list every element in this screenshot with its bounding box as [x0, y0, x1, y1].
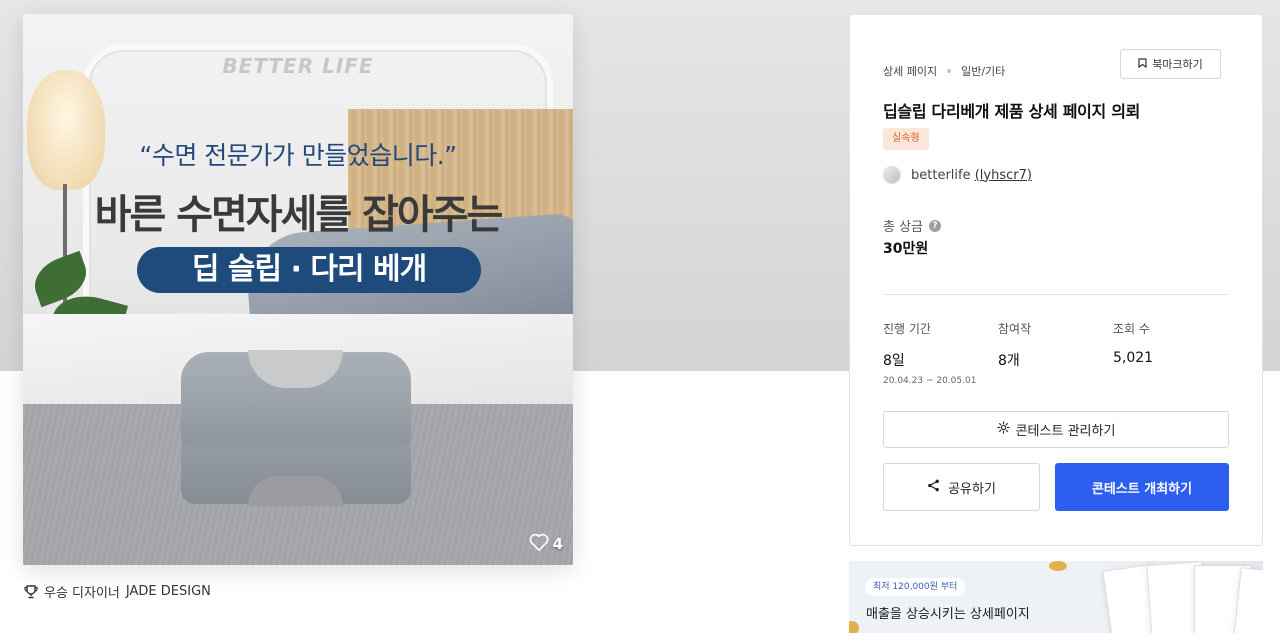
manage-contest-button[interactable]: 콘테스트 관리하기: [883, 411, 1229, 448]
stat-entries: 참여작 8개: [998, 320, 1031, 370]
client-name: betterlife: [911, 167, 971, 183]
breadcrumb: 상세 페이지 일반/기타: [883, 63, 1005, 79]
prize-value: 30만원: [883, 241, 929, 257]
winner-label: 우승 디자이너: [44, 586, 120, 601]
share-button[interactable]: 공유하기: [883, 463, 1040, 511]
avatar[interactable]: [883, 166, 901, 184]
bookmark-label: 북마크하기: [1152, 58, 1203, 71]
decorative-blob: [849, 621, 859, 633]
stat-label: 참여작: [998, 322, 1032, 336]
cushion-arch-graphic: [248, 476, 343, 506]
bookmark-button[interactable]: 북마크하기: [1120, 49, 1221, 79]
lamp-graphic: [27, 70, 105, 190]
winner-name[interactable]: JADE DESIGN: [126, 584, 211, 599]
breadcrumb-category[interactable]: 일반/기타: [961, 63, 1005, 79]
contest-title: 딥슬립 다리베개 제품 상세 페이지 의뢰: [883, 102, 1141, 121]
share-label: 공유하기: [948, 481, 996, 497]
brand-watermark: BETTER LIFE: [222, 54, 374, 78]
client-info: betterlife (lyhscr7): [883, 166, 1032, 184]
stat-date-range: 20.04.23 ~ 20.05.01: [883, 376, 977, 386]
host-contest-button[interactable]: 콘테스트 개최하기: [1055, 463, 1229, 511]
bookmark-icon: [1138, 57, 1147, 71]
client-handle-link[interactable]: (lyhscr7): [975, 168, 1032, 183]
stat-label: 조회 수: [1113, 322, 1150, 336]
gear-icon: [996, 421, 1010, 438]
manage-contest-label: 콘테스트 관리하기: [1015, 424, 1116, 439]
stat-views: 조회 수 5,021: [1113, 320, 1153, 366]
heart-icon: [529, 533, 549, 555]
stat-value: 8일: [883, 353, 905, 369]
stat-period: 진행 기간 8일 20.04.23 ~ 20.05.01: [883, 320, 976, 386]
prize-label-text: 총 상금: [883, 220, 924, 235]
product-name-pill: 딥 슬립 · 다리 베개: [137, 247, 481, 293]
stat-label: 진행 기간: [883, 322, 931, 336]
like-button[interactable]: 4: [529, 533, 563, 555]
contest-info-card: 상세 페이지 일반/기타 북마크하기 딥슬립 다리베개 제품 상세 페이지 의뢰…: [849, 14, 1263, 546]
promo-banner[interactable]: 최저 120,000원 부터 매출을 상승시키는 상세페이지: [849, 561, 1263, 633]
promo-text: 매출을 상승시키는 상세페이지: [866, 607, 1030, 622]
prize-label: 총 상금 ?: [883, 216, 942, 235]
breadcrumb-separator: [947, 69, 952, 73]
hero-headline: 바른 수면자세를 잡아주는: [94, 192, 504, 238]
winner-designer: 우승 디자이너 JADE DESIGN: [24, 582, 211, 601]
trophy-icon: [24, 584, 38, 599]
stat-value: 5,021: [1113, 350, 1154, 366]
like-count: 4: [552, 535, 563, 553]
promo-price-chip: 최저 120,000원 부터: [865, 578, 966, 596]
decorative-blob: [1049, 561, 1067, 571]
contest-hero-image[interactable]: BETTER LIFE “수면 전문가가 만들었습니다.” 바른 수면자세를 잡…: [23, 14, 573, 565]
help-icon[interactable]: ?: [929, 219, 942, 232]
stat-value: 8개: [998, 353, 1020, 369]
grade-badge: 실속형: [883, 128, 929, 150]
divider: [883, 294, 1229, 295]
breadcrumb-section[interactable]: 상세 페이지: [883, 63, 937, 79]
hero-quote: “수면 전문가가 만들었습니다.”: [139, 141, 457, 170]
share-icon: [927, 479, 940, 496]
